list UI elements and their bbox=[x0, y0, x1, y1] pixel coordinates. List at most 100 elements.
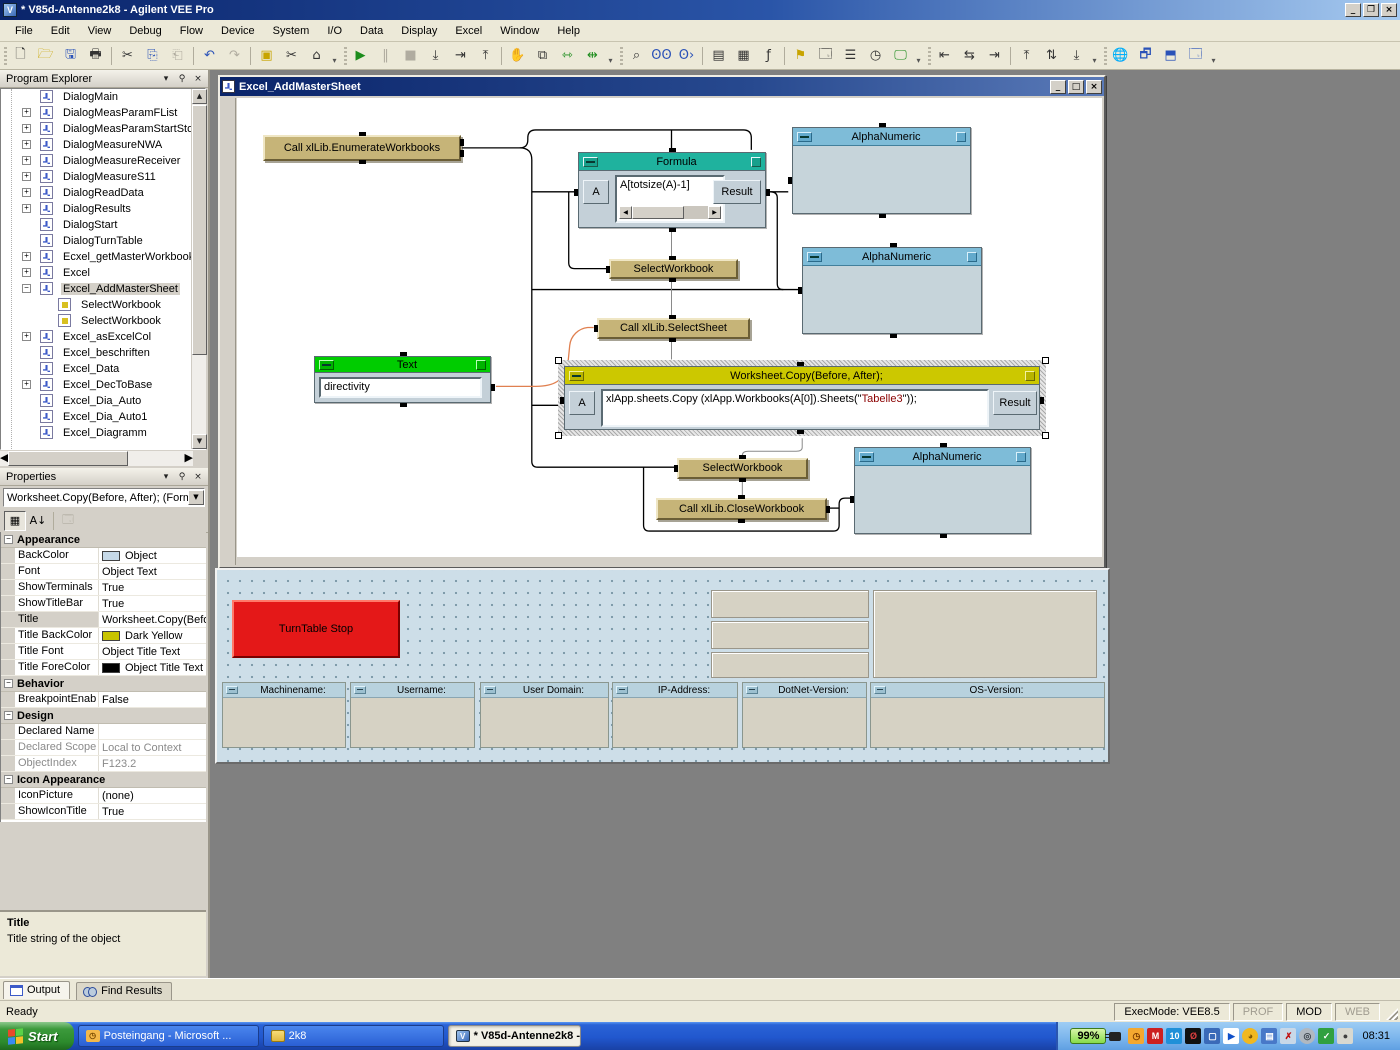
sequence-in-pin[interactable] bbox=[359, 132, 366, 136]
property-row[interactable]: IconPicture(none) bbox=[1, 788, 206, 804]
mdi-minimize-button[interactable]: _ bbox=[1050, 80, 1066, 94]
tree-item[interactable]: Excel_Dia_Auto bbox=[1, 393, 205, 409]
run-icon[interactable]: ▶ bbox=[349, 45, 372, 67]
toolbar-overflow-icon[interactable]: ▾ bbox=[329, 45, 340, 67]
monitor-icon[interactable]: 🖵 bbox=[889, 45, 912, 67]
sort-az-icon[interactable]: A↓ bbox=[27, 511, 49, 531]
property-row[interactable]: BackColorObject bbox=[1, 548, 206, 564]
category-row[interactable]: −Design bbox=[1, 708, 206, 724]
redo-icon[interactable]: ↷ bbox=[223, 45, 246, 67]
property-row[interactable]: BreakpointEnabFalse bbox=[1, 692, 206, 708]
new-icon[interactable]: 🗋 bbox=[9, 45, 32, 67]
minimize-icon[interactable] bbox=[746, 686, 758, 694]
sequence-in-pin[interactable] bbox=[669, 148, 676, 152]
property-row[interactable]: FontObject Text bbox=[1, 564, 206, 580]
block-alphanumeric-3[interactable]: AlphaNumeric bbox=[854, 447, 1031, 534]
battery-indicator[interactable]: 99% bbox=[1070, 1028, 1106, 1044]
resize-corner-icon[interactable] bbox=[1025, 371, 1035, 381]
data-in-pin[interactable] bbox=[850, 496, 854, 503]
minimize-icon[interactable] bbox=[319, 360, 334, 370]
align-objects-icon[interactable]: ⇹ bbox=[581, 45, 604, 67]
tree-item-selected[interactable]: −Excel_AddMasterSheet bbox=[1, 281, 205, 297]
close-button[interactable]: × bbox=[1381, 3, 1397, 17]
formula-expression-field[interactable]: A[totsize(A)-1] ◀▶ bbox=[615, 175, 725, 223]
flag-icon[interactable]: ⚑ bbox=[789, 45, 812, 67]
data-in-pin[interactable] bbox=[788, 177, 792, 184]
tray-shield-icon[interactable]: ✓ bbox=[1318, 1028, 1334, 1044]
input-terminal-a[interactable]: A bbox=[569, 391, 595, 415]
data-out-pin[interactable] bbox=[826, 506, 830, 513]
tray-network-icon[interactable]: ▤ bbox=[1261, 1028, 1277, 1044]
minimize-icon[interactable] bbox=[807, 252, 822, 262]
block-selectworkbook-1[interactable]: SelectWorkbook bbox=[609, 259, 738, 279]
stop-icon[interactable]: ■ bbox=[399, 45, 422, 67]
tree-horizontal-scrollbar[interactable]: ◀▶ bbox=[0, 451, 193, 466]
minimize-icon[interactable] bbox=[583, 157, 598, 167]
menu-edit[interactable]: Edit bbox=[42, 22, 79, 40]
sequence-out-pin[interactable] bbox=[359, 160, 366, 164]
sequence-out-pin[interactable] bbox=[669, 278, 676, 282]
menu-system[interactable]: System bbox=[264, 22, 319, 40]
tree-item[interactable]: +DialogMeasureReceiver bbox=[1, 153, 205, 169]
size-to-fit-icon[interactable]: ⇿ bbox=[556, 45, 579, 67]
data-in-pin[interactable] bbox=[674, 465, 678, 472]
tray-volume-icon[interactable]: ◎ bbox=[1299, 1028, 1315, 1044]
category-row[interactable]: −Behavior bbox=[1, 676, 206, 692]
formula-titlebar[interactable]: Formula bbox=[579, 153, 765, 171]
paste-icon[interactable]: ⎗ bbox=[166, 45, 189, 67]
tree-item[interactable]: Excel_Data bbox=[1, 361, 205, 377]
flow-canvas[interactable]: Call xlLib.EnumerateWorkbooks Formula A … bbox=[237, 98, 1102, 557]
resize-corner-icon[interactable] bbox=[956, 132, 966, 142]
open-icon[interactable]: 🗁 bbox=[34, 45, 57, 67]
data-in-pin[interactable] bbox=[594, 325, 598, 332]
sequence-out-pin[interactable] bbox=[738, 519, 745, 523]
property-row[interactable]: Title ForeColorObject Title Text bbox=[1, 660, 206, 676]
tree-item[interactable]: SelectWorkbook bbox=[1, 297, 205, 313]
align-right-icon[interactable]: ⇥ bbox=[983, 45, 1006, 67]
sequence-out-pin[interactable] bbox=[797, 430, 804, 434]
block-formula[interactable]: Formula A A[totsize(A)-1] ◀▶ Result bbox=[578, 152, 766, 228]
sequence-in-pin[interactable] bbox=[739, 455, 746, 459]
align-top-icon[interactable]: ⤒ bbox=[1015, 45, 1038, 67]
property-row[interactable]: Title FontObject Title Text bbox=[1, 644, 206, 660]
resize-handle[interactable] bbox=[1042, 357, 1049, 364]
menu-help[interactable]: Help bbox=[548, 22, 589, 40]
menu-display[interactable]: Display bbox=[392, 22, 446, 40]
save-icon[interactable]: 🖫 bbox=[59, 45, 82, 67]
align-bottom-icon[interactable]: ⤓ bbox=[1065, 45, 1088, 67]
tree-item[interactable]: +DialogResults bbox=[1, 201, 205, 217]
program-explorer-icon[interactable]: ▣ bbox=[255, 45, 278, 67]
resize-handle[interactable] bbox=[1042, 432, 1049, 439]
web-page-icon[interactable]: 🗗 bbox=[1134, 45, 1157, 67]
mdi-maximize-button[interactable]: □ bbox=[1068, 80, 1084, 94]
pause-icon[interactable]: ‖ bbox=[374, 45, 397, 67]
dialog-box-icon[interactable]: ▦ bbox=[732, 45, 755, 67]
tree-item[interactable]: DialogStart bbox=[1, 217, 205, 233]
sequence-in-pin[interactable] bbox=[400, 352, 407, 356]
sequence-in-pin[interactable] bbox=[738, 495, 745, 499]
tree-item[interactable]: +DialogMeasParamStartStop bbox=[1, 121, 205, 137]
tree-vertical-scrollbar[interactable]: ▲▼ bbox=[191, 89, 206, 449]
minimize-icon[interactable] bbox=[484, 686, 496, 694]
close-icon[interactable]: × bbox=[191, 72, 205, 85]
output-terminal-result[interactable]: Result bbox=[713, 180, 761, 204]
worksheet-code-field[interactable]: xlApp.sheets.Copy (xlApp.Workbooks(A[0])… bbox=[601, 389, 989, 427]
property-row[interactable]: ShowIconTitleTrue bbox=[1, 804, 206, 820]
turntable-stop-button[interactable]: TurnTable Stop bbox=[232, 600, 400, 658]
tab-output[interactable]: Output bbox=[3, 981, 70, 999]
menu-flow[interactable]: Flow bbox=[171, 22, 212, 40]
minimize-icon[interactable] bbox=[797, 132, 812, 142]
toolbar-overflow-icon[interactable]: ▾ bbox=[913, 45, 924, 67]
tray-clock-icon[interactable]: ◷ bbox=[1128, 1028, 1144, 1044]
tray-disconnected-icon[interactable]: ✗ bbox=[1280, 1028, 1296, 1044]
copy-icon[interactable]: ⎘ bbox=[141, 45, 164, 67]
close-icon[interactable]: × bbox=[191, 470, 205, 483]
data-in-pin[interactable] bbox=[574, 189, 578, 196]
minimize-icon[interactable] bbox=[226, 686, 238, 694]
tray-player-icon[interactable]: ▶ bbox=[1223, 1028, 1239, 1044]
property-row[interactable]: ShowTerminalsTrue bbox=[1, 580, 206, 596]
align-center-icon[interactable]: ⇆ bbox=[958, 45, 981, 67]
property-row[interactable]: Title BackColorDark Yellow bbox=[1, 628, 206, 644]
resize-corner-icon[interactable] bbox=[751, 157, 761, 167]
data-in-pin[interactable] bbox=[560, 397, 564, 404]
